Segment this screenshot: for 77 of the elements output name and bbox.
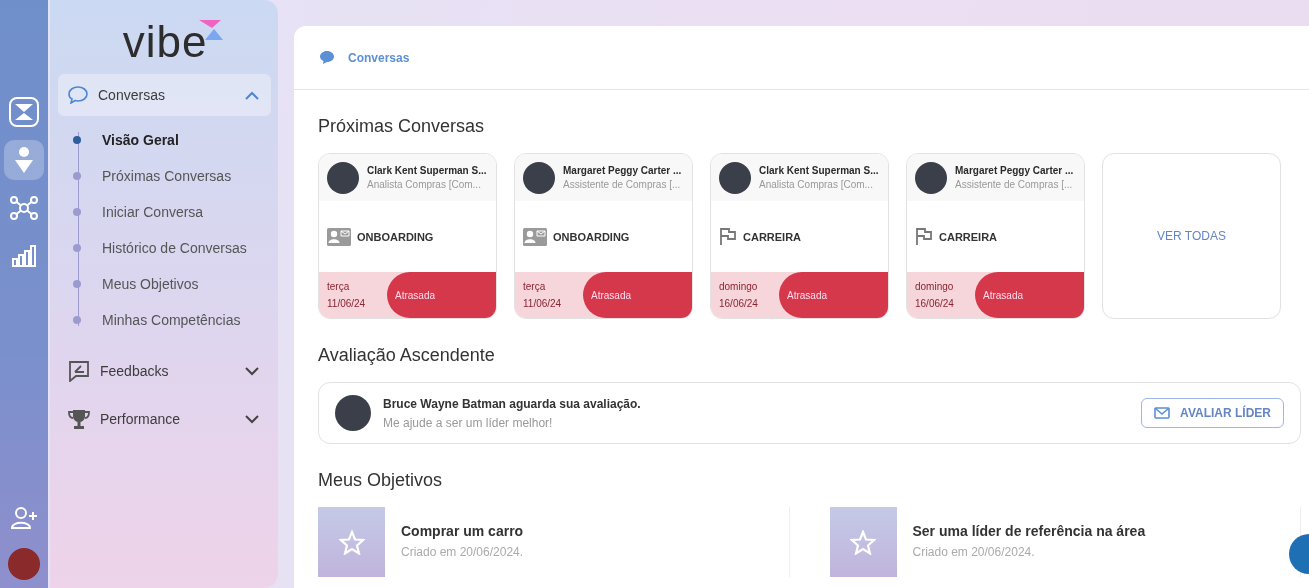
avatar-photo (523, 161, 555, 194)
person-name: Margaret Peggy Carter ... (563, 165, 682, 176)
conversation-card[interactable]: Clark Kent Superman S... Analista Compras [Com... ONBOARDING terça 11/06/24 Atrasada (318, 153, 497, 319)
conversation-type: CARREIRA (743, 230, 802, 243)
person-name: Margaret Peggy Carter ... (955, 165, 1074, 176)
nav-group-button[interactable]: Feedbacks (58, 350, 271, 392)
star-icon (338, 529, 365, 555)
trophy-icon (68, 408, 90, 430)
status-badge: Atrasada (975, 272, 1084, 318)
objective-date: Criado em 20/06/2024. (912, 545, 1036, 559)
conversation-type: CARREIRA (939, 230, 998, 243)
evaluation-message: Bruce Wayne Batman aguarda sua avaliação. (383, 396, 642, 411)
date: 11/06/24 (523, 298, 563, 309)
person-role: Assistente de Compras [... (955, 179, 1074, 190)
contact-card-icon (327, 227, 351, 246)
add-user-icon[interactable] (10, 506, 38, 530)
objective-date: Criado em 20/06/2024. (401, 545, 524, 559)
conversation-type: ONBOARDING (357, 230, 434, 243)
objective-title: Comprar um carro (401, 523, 524, 539)
avatar-photo (335, 395, 371, 431)
conversation-card[interactable]: Margaret Peggy Carter ... Assistente de Compras [... ONBOARDING terça 11/06/24 Atrasada (514, 153, 693, 319)
date: 16/06/24 (915, 298, 955, 309)
nav-link[interactable]: Visão Geral (58, 122, 270, 158)
evaluation-subtitle: Me ajude a ser um líder melhor! (383, 415, 554, 430)
person-role: Analista Compras [Com... (759, 179, 874, 190)
contact-card-icon (523, 227, 547, 246)
conversation-card[interactable]: Clark Kent Superman S... Analista Compras [Com... CARREIRA domingo 16/06/24 Atrasada (710, 153, 889, 319)
person-name: Clark Kent Superman S... (367, 165, 487, 176)
chevron-icon (245, 414, 259, 424)
nav-group-button[interactable]: Conversas (58, 74, 271, 116)
nav-link[interactable]: Próximas Conversas (58, 158, 270, 194)
section-title: Próximas Conversas (318, 116, 486, 137)
flag-icon (719, 227, 737, 246)
chat-bubble-icon (320, 51, 334, 64)
date: 16/06/24 (719, 298, 759, 309)
vibe-logo-text: vibe (122, 18, 208, 66)
ai-rail-button[interactable] (4, 140, 44, 180)
objective-title: Ser uma líder de referência na área (912, 523, 1146, 539)
avatar-photo (719, 161, 751, 194)
status-badge: Atrasada (779, 272, 888, 318)
chevron-icon (245, 366, 259, 376)
bar-chart-icon (12, 245, 36, 267)
logo-icon (9, 97, 39, 127)
star-icon (850, 529, 876, 555)
nav-link[interactable]: Iniciar Conversa (58, 194, 270, 230)
chevron-icon (245, 90, 259, 100)
ai-person-icon (13, 146, 35, 174)
person-role: Assistente de Compras [... (563, 179, 682, 190)
evaluate-leader-button[interactable]: AVALIAR LÍDER (1141, 398, 1284, 428)
see-all-link[interactable]: VER TODAS (1102, 153, 1281, 319)
feedback-icon (68, 360, 90, 382)
chat-bubble-icon (68, 86, 88, 104)
person-name: Clark Kent Superman S... (759, 165, 879, 176)
nav-group-button[interactable]: Performance (58, 398, 271, 440)
section-title: Meus Objetivos (318, 470, 444, 491)
user-avatar[interactable] (8, 548, 40, 580)
nav-link[interactable]: Histórico de Conversas (58, 230, 270, 266)
weekday: terça (327, 281, 351, 292)
mail-icon (1154, 407, 1171, 419)
nav-link[interactable]: Minhas Competências (58, 302, 270, 338)
weekday: domingo (915, 281, 955, 292)
objective-card[interactable]: Comprar um carro Criado em 20/06/2024. (318, 507, 790, 577)
person-role: Analista Compras [Com... (367, 179, 482, 190)
objective-card[interactable]: Ser uma líder de referência na área Criado em 20/06/2024. (829, 507, 1301, 577)
weekday: terça (523, 281, 547, 292)
date: 11/06/24 (327, 298, 367, 309)
flag-icon (915, 227, 933, 246)
network-icon (9, 193, 39, 223)
section-title: Avaliação Ascendente (318, 345, 496, 366)
nav-link[interactable]: Meus Objetivos (58, 266, 270, 302)
weekday: domingo (719, 281, 759, 292)
status-badge: Atrasada (387, 272, 496, 318)
avatar-photo (915, 161, 947, 194)
status-badge: Atrasada (583, 272, 692, 318)
conversation-card[interactable]: Margaret Peggy Carter ... Assistente de Compras [... CARREIRA domingo 16/06/24 Atrasada (906, 153, 1085, 319)
conversation-type: ONBOARDING (553, 230, 630, 243)
avatar-photo (327, 161, 359, 194)
